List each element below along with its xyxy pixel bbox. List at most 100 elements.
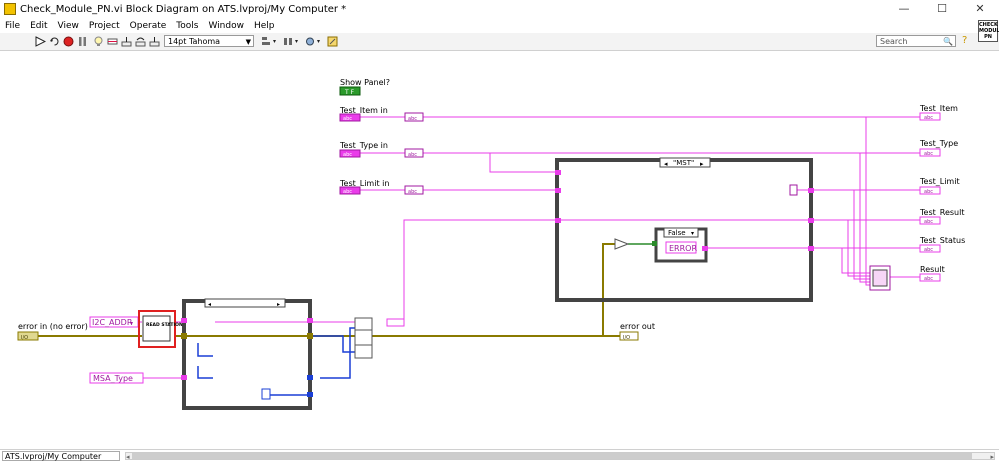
menu-view[interactable]: View bbox=[53, 21, 84, 31]
trim-node-2-type: abc bbox=[408, 152, 417, 158]
left-case-tunnel-msa-in bbox=[181, 375, 187, 380]
trim-node-3-type: abc bbox=[408, 189, 417, 195]
highlight-execution-icon[interactable] bbox=[92, 35, 105, 48]
step-over-icon[interactable] bbox=[134, 35, 147, 48]
error-out-type: I/O bbox=[623, 335, 630, 341]
labview-app-icon bbox=[4, 3, 16, 15]
search-icon[interactable]: 🔍 bbox=[943, 36, 953, 47]
i2c-addr-chevron-icon[interactable]: ▾ bbox=[130, 320, 133, 327]
project-context[interactable]: ATS.lvproj/My Computer bbox=[2, 451, 120, 461]
abort-icon[interactable] bbox=[62, 35, 75, 48]
left-case-tunnel-error-in bbox=[181, 333, 187, 339]
maximize-button[interactable]: ☐ bbox=[923, 0, 961, 18]
test-item-type: abc bbox=[924, 115, 933, 121]
align-objects-icon[interactable] bbox=[260, 35, 278, 48]
search-input[interactable]: Search 🔍 bbox=[876, 35, 956, 47]
test-result-label: Test_Result bbox=[919, 208, 964, 217]
menu-operate[interactable]: Operate bbox=[125, 21, 172, 31]
left-case-selector[interactable] bbox=[204, 298, 286, 308]
scroll-right-icon[interactable]: ▸ bbox=[990, 453, 994, 461]
left-case-selector-left-arrow[interactable]: ◂ bbox=[208, 301, 211, 308]
case-selector-mst-arrow-right[interactable]: ▸ bbox=[700, 160, 704, 168]
menu-file[interactable]: File bbox=[0, 21, 25, 31]
result-label: Result bbox=[920, 265, 945, 274]
menu-help[interactable]: Help bbox=[249, 21, 280, 31]
wire-blue-3 bbox=[197, 343, 213, 357]
trim-node-1-type: abc bbox=[408, 116, 417, 122]
menu-edit[interactable]: Edit bbox=[25, 21, 52, 31]
test-status-type: abc bbox=[924, 247, 933, 253]
wire-result-in bbox=[403, 219, 558, 322]
result-type: abc bbox=[924, 276, 933, 282]
step-out-icon[interactable] bbox=[148, 35, 161, 48]
case-tunnel-selector bbox=[555, 170, 561, 175]
build-array-icon bbox=[872, 269, 888, 287]
wire-bundle-1 bbox=[865, 117, 870, 286]
vi-icon-connector[interactable]: CHECK MODULE PN bbox=[978, 20, 999, 42]
error-out-label: error out bbox=[620, 322, 655, 331]
menu-tools[interactable]: Tools bbox=[171, 21, 203, 31]
close-button[interactable]: ✕ bbox=[961, 0, 999, 18]
read-station-subvi[interactable] bbox=[142, 315, 171, 342]
error-in-type: I/O bbox=[21, 335, 28, 341]
test-type-in-label: Test_Type in bbox=[339, 141, 388, 150]
test-item-in-type: abc bbox=[343, 116, 352, 122]
numeric-const[interactable] bbox=[261, 388, 271, 400]
wire-blue-1 bbox=[310, 335, 355, 353]
left-case-selector-right-arrow[interactable]: ▸ bbox=[277, 301, 280, 308]
empty-string-const[interactable] bbox=[789, 184, 798, 196]
horizontal-scrollbar[interactable]: ◂ ▸ bbox=[125, 452, 995, 461]
msa-type-value: MSA_Type bbox=[93, 374, 133, 383]
search-placeholder: Search bbox=[880, 37, 908, 46]
block-diagram-canvas[interactable]: Show Panel? T F Test_Item in abc Test_Ty… bbox=[0, 51, 999, 449]
wire-case-selector bbox=[489, 153, 558, 173]
wire-blue-4 bbox=[197, 366, 213, 379]
test-type-in-type: abc bbox=[343, 152, 352, 158]
case-selector-mst-arrow-left[interactable]: ◂ bbox=[664, 160, 668, 168]
title-bar: Check_Module_PN.vi Block Diagram on ATS.… bbox=[0, 0, 999, 18]
left-case-structure[interactable] bbox=[182, 299, 312, 410]
window-controls: — ☐ ✕ bbox=[885, 0, 999, 18]
bundle-by-name-node[interactable] bbox=[354, 317, 373, 359]
case-tunnel-limit-in bbox=[555, 188, 561, 193]
distribute-objects-icon[interactable] bbox=[282, 35, 300, 48]
case-selector-bool-tunnel bbox=[652, 241, 657, 246]
reorder-icon[interactable] bbox=[304, 35, 322, 48]
left-case-tunnel-error-out bbox=[307, 333, 313, 339]
step-into-icon[interactable] bbox=[120, 35, 133, 48]
font-selector[interactable]: 14pt Tahoma ▼ bbox=[164, 35, 254, 47]
run-arrow-icon[interactable] bbox=[34, 35, 47, 48]
case-selector-false-arrow[interactable]: ▾ bbox=[691, 230, 694, 237]
menu-bar: File Edit View Project Operate Tools Win… bbox=[0, 18, 999, 33]
unbundle-status-node[interactable] bbox=[614, 238, 630, 250]
retain-wire-values-icon[interactable] bbox=[106, 35, 119, 48]
clean-up-diagram-icon[interactable] bbox=[326, 35, 339, 48]
case-selector-false-label: False bbox=[668, 229, 686, 237]
pause-icon[interactable] bbox=[76, 35, 89, 48]
scroll-left-icon[interactable]: ◂ bbox=[126, 453, 130, 461]
string-wires bbox=[138, 116, 920, 379]
menu-window[interactable]: Window bbox=[203, 21, 249, 31]
format-string-node[interactable] bbox=[386, 318, 405, 327]
menu-project[interactable]: Project bbox=[84, 21, 125, 31]
chevron-down-icon: ▼ bbox=[245, 38, 251, 46]
test-item-label: Test_Item bbox=[919, 104, 958, 113]
test-status-label: Test_Status bbox=[919, 236, 965, 245]
test-type-label: Test_Type bbox=[919, 139, 958, 148]
error-string-const-value: ERROR bbox=[669, 244, 697, 253]
scroll-thumb[interactable] bbox=[132, 453, 972, 459]
vi-icon-label: CHECK MODULE PN bbox=[979, 22, 999, 40]
test-limit-type: abc bbox=[924, 189, 933, 195]
test-limit-in-type: abc bbox=[343, 189, 352, 195]
error-in-label: error in (no error) bbox=[18, 322, 88, 331]
left-case-tunnel-pink-in bbox=[181, 318, 187, 323]
minimize-button[interactable]: — bbox=[885, 0, 923, 18]
case-false-tunnel-out bbox=[702, 246, 708, 251]
wire-error-status bbox=[602, 243, 615, 336]
run-continuously-icon[interactable] bbox=[48, 35, 61, 48]
case-tunnel-result-out bbox=[808, 218, 814, 223]
show-panel-const: T F bbox=[344, 89, 355, 96]
left-case-tunnel-pink-out bbox=[307, 318, 313, 323]
case-tunnel-limit-out bbox=[808, 188, 814, 193]
help-icon[interactable]: ? bbox=[962, 35, 967, 46]
